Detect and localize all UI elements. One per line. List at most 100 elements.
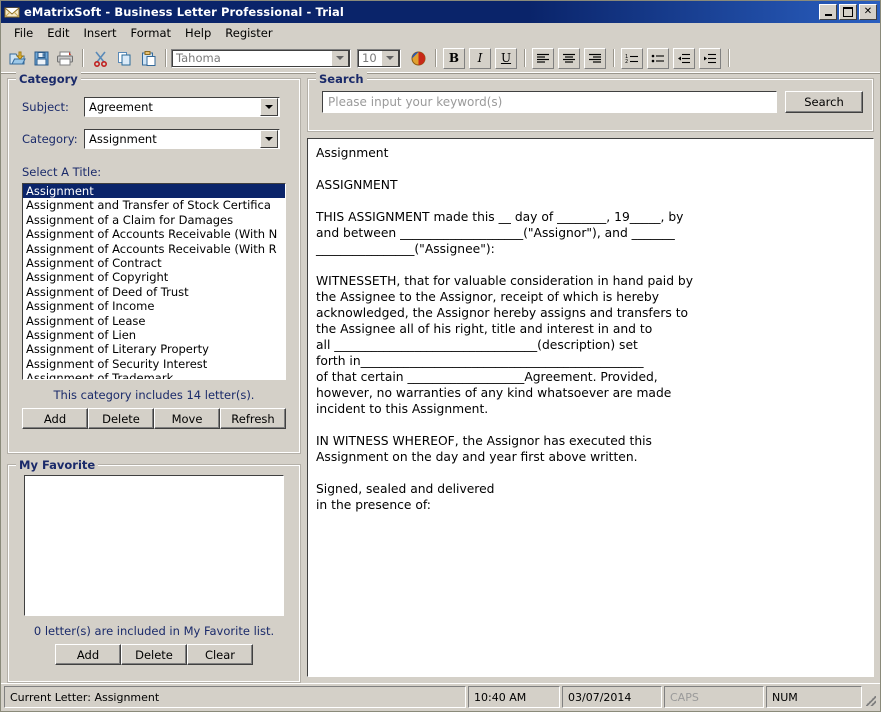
search-row: Please input your keyword(s) Search	[308, 79, 873, 113]
font-size-combo[interactable]: 10	[357, 48, 401, 68]
list-item[interactable]: Assignment of Lien	[23, 328, 285, 342]
italic-button[interactable]: I	[469, 47, 491, 69]
bulleted-list-icon[interactable]	[647, 47, 669, 69]
category-value: Assignment	[89, 132, 157, 146]
copy-icon[interactable]	[113, 47, 135, 69]
increase-indent-icon[interactable]	[699, 47, 721, 69]
font-size-value: 10	[362, 51, 377, 65]
subject-row: Subject: Agreement	[22, 97, 300, 117]
print-icon[interactable]	[54, 47, 76, 69]
list-item[interactable]: Assignment of Security Interest	[23, 357, 285, 371]
envelope-icon	[4, 5, 20, 19]
resize-grip-icon[interactable]	[864, 686, 878, 708]
numbered-list-icon[interactable]: 1 2	[621, 47, 643, 69]
search-placeholder: Please input your keyword(s)	[328, 95, 503, 109]
search-group-legend: Search	[316, 72, 367, 86]
category-delete-button[interactable]: Delete	[88, 408, 154, 429]
category-dropdown[interactable]: Assignment	[84, 129, 280, 149]
search-group: Search Please input your keyword(s) Sear…	[307, 72, 874, 132]
search-input[interactable]: Please input your keyword(s)	[322, 91, 777, 113]
decrease-indent-icon[interactable]	[673, 47, 695, 69]
menu-item-edit[interactable]: Edit	[40, 24, 76, 42]
list-item[interactable]: Assignment of Trademark	[23, 371, 285, 379]
search-button[interactable]: Search	[785, 91, 863, 113]
toolbar: Tahoma 10 B I U 1 2	[1, 43, 880, 74]
open-icon[interactable]	[6, 47, 28, 69]
save-icon[interactable]	[30, 47, 52, 69]
menu-item-format[interactable]: Format	[124, 24, 179, 42]
chevron-down-icon[interactable]	[260, 98, 278, 116]
font-name-value: Tahoma	[176, 51, 221, 65]
maximize-button[interactable]	[839, 4, 857, 20]
cut-icon[interactable]	[89, 47, 111, 69]
favorite-group-legend: My Favorite	[16, 458, 99, 472]
subject-dropdown[interactable]: Agreement	[84, 97, 280, 117]
document-viewer[interactable]: Assignment ASSIGNMENT THIS ASSIGNMENT ma…	[307, 138, 874, 677]
list-item[interactable]: Assignment	[23, 184, 285, 199]
status-time: 10:40 AM	[468, 686, 560, 708]
left-panel: Category Subject: Agreement Category: As…	[7, 72, 301, 683]
list-item[interactable]: Assignment and Transfer of Stock Certifi…	[23, 198, 285, 212]
list-item[interactable]: Assignment of Accounts Receivable (With …	[23, 242, 285, 256]
favorite-delete-button[interactable]: Delete	[121, 644, 187, 665]
status-bar: Current Letter: Assignment 10:40 AM 03/0…	[1, 683, 880, 711]
list-item[interactable]: Assignment of Accounts Receivable (With …	[23, 227, 285, 241]
svg-text:2: 2	[625, 59, 628, 64]
list-item[interactable]: Assignment of Literary Property	[23, 342, 285, 356]
close-button[interactable]: ✕	[859, 4, 877, 20]
status-caps-indicator: CAPS	[664, 686, 764, 708]
favorite-add-button[interactable]: Add	[55, 644, 121, 665]
title-bar: eMatrixSoft - Business Letter Profession…	[1, 1, 880, 23]
application-window: eMatrixSoft - Business Letter Profession…	[0, 0, 881, 712]
align-center-icon[interactable]	[558, 47, 580, 69]
bold-button[interactable]: B	[443, 47, 465, 69]
favorite-buttons: Add Delete Clear	[8, 644, 300, 665]
list-item[interactable]: Assignment of Deed of Trust	[23, 285, 285, 299]
menu-item-file[interactable]: File	[7, 24, 40, 42]
underline-button[interactable]: U	[495, 47, 517, 69]
chevron-down-icon[interactable]	[331, 49, 349, 67]
menu-bar: File Edit Insert Format Help Register	[1, 23, 880, 43]
window-title: eMatrixSoft - Business Letter Profession…	[24, 5, 344, 19]
main-content: Category Subject: Agreement Category: As…	[1, 72, 880, 683]
align-left-icon[interactable]	[532, 47, 554, 69]
menu-item-register[interactable]: Register	[218, 24, 279, 42]
paste-icon[interactable]	[137, 47, 159, 69]
list-item[interactable]: Assignment of Income	[23, 299, 285, 313]
select-title-label: Select A Title:	[22, 165, 102, 179]
subject-value: Agreement	[89, 100, 153, 114]
category-row: Category: Assignment	[22, 129, 300, 149]
chevron-down-icon[interactable]	[260, 130, 278, 148]
window-controls: ✕	[819, 4, 877, 20]
font-color-icon[interactable]	[407, 47, 429, 69]
favorite-clear-button[interactable]: Clear	[187, 644, 253, 665]
favorite-group: My Favorite 0 letter(s) are included in …	[7, 458, 301, 683]
status-date: 03/07/2014	[562, 686, 662, 708]
category-group-legend: Category	[16, 72, 81, 86]
favorite-listbox[interactable]	[24, 475, 284, 616]
list-item[interactable]: Assignment of Contract	[23, 256, 285, 270]
align-right-icon[interactable]	[584, 47, 606, 69]
category-refresh-button[interactable]: Refresh	[220, 408, 286, 429]
title-listbox[interactable]: Assignment Assignment and Transfer of St…	[22, 183, 286, 380]
category-group: Category Subject: Agreement Category: As…	[7, 72, 301, 454]
status-num-indicator: NUM	[766, 686, 862, 708]
category-move-button[interactable]: Move	[154, 408, 220, 429]
list-item[interactable]: Assignment of Lease	[23, 314, 285, 328]
menu-item-help[interactable]: Help	[178, 24, 218, 42]
status-current-letter: Current Letter: Assignment	[4, 686, 466, 708]
category-label: Category:	[22, 132, 78, 146]
chevron-down-icon[interactable]	[381, 49, 399, 67]
document-text: Assignment ASSIGNMENT THIS ASSIGNMENT ma…	[316, 146, 694, 512]
list-item[interactable]: Assignment of a Claim for Damages	[23, 213, 285, 227]
minimize-button[interactable]	[819, 4, 837, 20]
right-panel: Search Please input your keyword(s) Sear…	[307, 72, 874, 683]
font-name-combo[interactable]: Tahoma	[171, 48, 351, 68]
subject-label: Subject:	[22, 100, 69, 114]
favorite-count-text: 0 letter(s) are included in My Favorite …	[33, 624, 275, 638]
list-item[interactable]: Assignment of Copyright	[23, 270, 285, 284]
category-count-text: This category includes 14 letter(s).	[53, 388, 255, 402]
menu-item-insert[interactable]: Insert	[77, 24, 124, 42]
category-buttons: Add Delete Move Refresh	[8, 408, 300, 429]
category-add-button[interactable]: Add	[22, 408, 88, 429]
